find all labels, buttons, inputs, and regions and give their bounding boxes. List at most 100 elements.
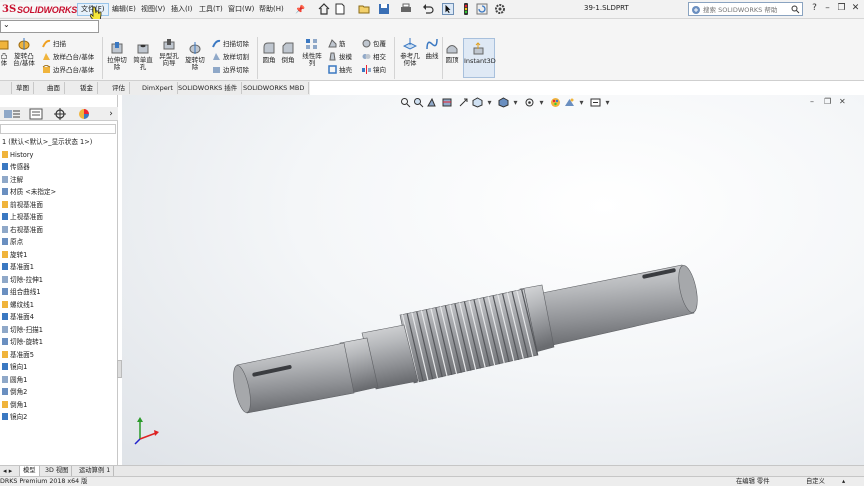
- tree-item[interactable]: 基准面1: [0, 261, 117, 274]
- viewport-restore-button[interactable]: ❐: [824, 97, 831, 106]
- apply-scene-icon[interactable]: [564, 97, 575, 108]
- threaded-shaft-model[interactable]: [232, 255, 712, 425]
- configuration-manager-tab-icon[interactable]: [48, 107, 72, 121]
- search-icon[interactable]: [791, 5, 800, 14]
- rib-button[interactable]: 筋: [328, 39, 346, 50]
- chamfer-button[interactable]: 倒角: [280, 41, 296, 64]
- zoom-to-area-icon[interactable]: [413, 97, 424, 108]
- simple-hole-button[interactable]: 简单直 孔: [132, 41, 154, 71]
- zoom-to-fit-icon[interactable]: [400, 97, 411, 108]
- extrude-boss-button[interactable]: 凸 体: [0, 37, 11, 67]
- display-style-chevron-icon[interactable]: ▾: [510, 98, 521, 108]
- instant3d-button[interactable]: Instant3D: [463, 38, 496, 78]
- view-orientation-icon[interactable]: [472, 97, 483, 108]
- menu-edit[interactable]: 编辑(E): [109, 3, 139, 16]
- tree-item[interactable]: History: [0, 149, 117, 162]
- loft-cut-button[interactable]: 放样切割: [212, 52, 249, 63]
- tree-item[interactable]: 倒角2: [0, 386, 117, 399]
- sweep-cut-button[interactable]: 扫描切除: [212, 39, 249, 50]
- open-folder-icon[interactable]: [358, 3, 370, 15]
- tree-item[interactable]: 旋转1: [0, 249, 117, 262]
- undo-icon[interactable]: [422, 3, 434, 15]
- home-icon[interactable]: [318, 3, 330, 15]
- boundary-boss-button[interactable]: 边界凸台/基体: [42, 65, 94, 76]
- loft-boss-button[interactable]: 放样凸台/基体: [42, 52, 94, 63]
- tree-item[interactable]: 切除-旋转1: [0, 336, 117, 349]
- tab-features[interactable]: [0, 82, 12, 94]
- section-view-icon[interactable]: [442, 97, 453, 108]
- tree-item[interactable]: 螺纹线1: [0, 299, 117, 312]
- pin-menu-icon[interactable]: 📌: [292, 3, 308, 16]
- sweep-button[interactable]: 扫描: [42, 39, 66, 50]
- status-chevron-icon[interactable]: ▴: [842, 477, 845, 486]
- property-manager-tab-icon[interactable]: [24, 107, 48, 121]
- tab-mbd[interactable]: SOLIDWORKS MBD: [239, 82, 310, 94]
- viewport-minimize-button[interactable]: –: [810, 97, 814, 106]
- help-question-icon[interactable]: ?: [808, 2, 821, 15]
- wrap-button[interactable]: 包覆: [362, 39, 386, 50]
- tree-item[interactable]: 传感器: [0, 161, 117, 174]
- revolve-boss-button[interactable]: 旋转凸 台/基体: [12, 37, 36, 67]
- dome-button[interactable]: 圆顶: [444, 41, 460, 64]
- help-search-box[interactable]: [688, 2, 803, 16]
- viewport-close-button[interactable]: ✕: [839, 97, 846, 106]
- menu-tools[interactable]: 工具(T): [196, 3, 226, 16]
- traffic-light-icon[interactable]: [460, 3, 472, 15]
- mirror-button[interactable]: 镜向: [362, 65, 386, 76]
- rebuild-icon[interactable]: [476, 3, 488, 15]
- boundary-cut-button[interactable]: 边界切除: [212, 65, 249, 76]
- tab-motion-study[interactable]: 运动算例 1: [76, 466, 115, 476]
- intersect-button[interactable]: 相交: [362, 52, 386, 63]
- configuration-dropdown[interactable]: ⌄: [0, 20, 99, 33]
- help-search-input[interactable]: [703, 4, 791, 15]
- view-orientation-chevron-icon[interactable]: ▾: [484, 98, 495, 108]
- menu-help[interactable]: 帮助(H): [256, 3, 287, 16]
- tree-item[interactable]: 前视基准面: [0, 199, 117, 212]
- menu-insert[interactable]: 插入(I): [168, 3, 196, 16]
- menu-window[interactable]: 窗口(W): [225, 3, 257, 16]
- tab-nav-arrows-icon[interactable]: ◂ ▸: [0, 466, 20, 476]
- feature-manager-tab-icon[interactable]: [0, 107, 24, 121]
- shell-button[interactable]: 抽壳: [328, 65, 352, 76]
- tree-item[interactable]: 镜向2: [0, 411, 117, 424]
- restore-button[interactable]: ❐: [835, 2, 848, 15]
- edit-appearance-icon[interactable]: [550, 97, 561, 108]
- tree-item[interactable]: 切除-扫描1: [0, 324, 117, 337]
- solidworks-logo[interactable]: 3S SOLIDWORKS: [0, 2, 77, 17]
- hide-show-chevron-icon[interactable]: ▾: [536, 98, 547, 108]
- tree-item[interactable]: 基准面5: [0, 349, 117, 362]
- tab-model[interactable]: 模型: [20, 466, 40, 476]
- print-icon[interactable]: [400, 3, 412, 15]
- reference-geometry-button[interactable]: 参考几 何体: [398, 37, 422, 67]
- tree-item[interactable]: 倒角1: [0, 399, 117, 412]
- new-document-icon[interactable]: [334, 3, 346, 15]
- tree-item[interactable]: 上视基准面: [0, 211, 117, 224]
- tab-addins[interactable]: SOLIDWORKS 插件: [174, 82, 243, 94]
- tree-root-part[interactable]: 1 (默认<默认>_显示状态 1>): [0, 136, 117, 149]
- view-settings-chevron-icon[interactable]: ▾: [602, 98, 613, 108]
- linear-pattern-button[interactable]: 线性阵 列: [300, 37, 324, 67]
- tree-item[interactable]: 注解: [0, 174, 117, 187]
- tree-item[interactable]: 材质 <未指定>: [0, 186, 117, 199]
- save-icon[interactable]: [378, 3, 390, 15]
- display-style-icon[interactable]: [498, 97, 509, 108]
- minimize-button[interactable]: –: [821, 2, 834, 15]
- revolve-cut-button[interactable]: 旋转切 除: [184, 41, 206, 71]
- status-custom[interactable]: 自定义: [806, 477, 825, 486]
- tree-filter-box[interactable]: [0, 124, 116, 134]
- draft-button[interactable]: 拔模: [328, 52, 352, 63]
- tree-item[interactable]: 镜向1: [0, 361, 117, 374]
- dynamic-annotation-icon[interactable]: [458, 97, 469, 108]
- tab-surfaces[interactable]: 曲面: [43, 82, 65, 94]
- close-button[interactable]: ✕: [849, 2, 862, 15]
- scene-chevron-icon[interactable]: ▾: [576, 98, 587, 108]
- tree-item[interactable]: 组合曲线1: [0, 286, 117, 299]
- tab-sketch[interactable]: 草图: [12, 82, 34, 94]
- tree-item[interactable]: 右视基准面: [0, 224, 117, 237]
- curves-button[interactable]: 曲线: [424, 37, 440, 60]
- hide-show-items-icon[interactable]: [524, 97, 535, 108]
- tree-item[interactable]: 圆角1: [0, 374, 117, 387]
- tree-item[interactable]: 原点: [0, 236, 117, 249]
- tab-dimxpert[interactable]: DimXpert: [138, 82, 178, 94]
- hole-wizard-button[interactable]: 异型孔 向导: [158, 37, 180, 67]
